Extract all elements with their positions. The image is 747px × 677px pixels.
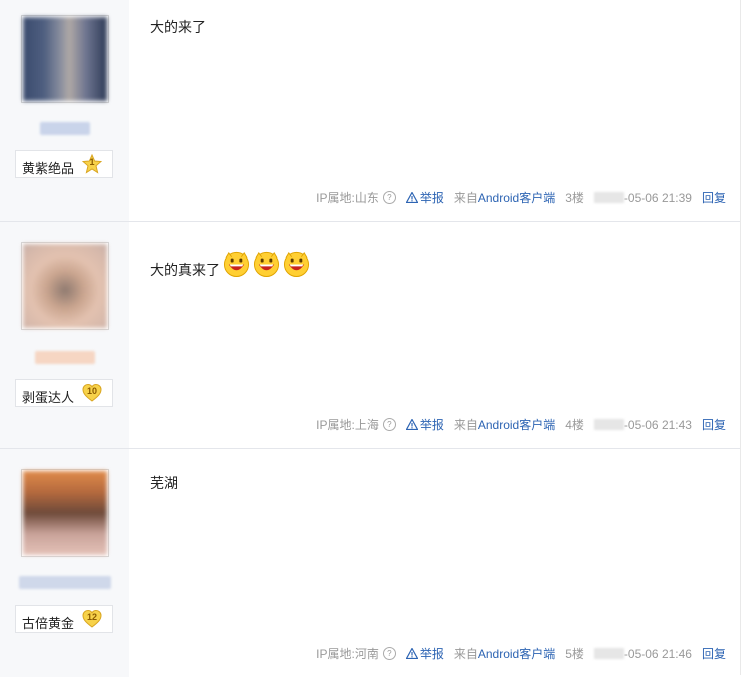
- badge-title: 黄紫绝品: [22, 161, 75, 176]
- report-label: 举报: [419, 647, 444, 661]
- author-sidebar: 古倍黄金 12: [0, 449, 129, 677]
- post-content: 大的真来了: [150, 246, 310, 280]
- username[interactable]: [0, 122, 129, 140]
- report-button[interactable]: 举报: [405, 645, 444, 662]
- post-floor-5: 古倍黄金 12 芜湖 IP属地:河南? 举报 来自Android客户端 5楼 -…: [0, 449, 740, 677]
- client-link[interactable]: Android客户端: [478, 191, 555, 205]
- post-tail: IP属地:上海? 举报 来自Android客户端 4楼 -05-06 21:43…: [316, 416, 726, 433]
- post-floor-4: 剥蛋达人 10 大的真来了 IP属地:上海? 举报 来自Android客户端 4…: [0, 222, 740, 449]
- from-prefix: 来自: [453, 418, 478, 432]
- client-link[interactable]: Android客户端: [478, 418, 555, 432]
- from-prefix: 来自: [453, 647, 478, 661]
- badge-title: 古倍黄金: [22, 616, 75, 631]
- avatar[interactable]: [21, 15, 109, 103]
- reply-button[interactable]: 回复: [702, 416, 726, 433]
- post-time: -05-06 21:39: [593, 190, 692, 205]
- reply-button[interactable]: 回复: [702, 189, 726, 206]
- client-source: 来自Android客户端: [454, 645, 555, 662]
- report-button[interactable]: 举报: [405, 416, 444, 433]
- member-badge[interactable]: 剥蛋达人 10: [15, 379, 113, 407]
- member-badge[interactable]: 古倍黄金 12: [15, 605, 113, 633]
- post-content: 大的来了: [150, 17, 206, 37]
- author-sidebar: 剥蛋达人 10: [0, 222, 129, 448]
- level-star-icon: 1: [81, 153, 103, 174]
- help-icon[interactable]: ?: [382, 647, 396, 660]
- level-heart-icon: 10: [82, 383, 102, 403]
- level-heart-icon: 12: [82, 609, 102, 629]
- ip-location: IP属地:山东?: [316, 189, 396, 206]
- avatar[interactable]: [21, 469, 109, 557]
- help-icon[interactable]: ?: [382, 191, 396, 204]
- client-source: 来自Android客户端: [454, 416, 555, 433]
- help-icon[interactable]: ?: [382, 418, 396, 431]
- post-time-text: -05-06 21:43: [623, 417, 692, 432]
- post-time: -05-06 21:43: [593, 417, 692, 432]
- report-button[interactable]: 举报: [405, 189, 444, 206]
- post-time-text: -05-06 21:46: [623, 646, 692, 661]
- username[interactable]: [0, 576, 129, 594]
- badge-title: 剥蛋达人: [22, 390, 75, 405]
- author-sidebar: 黄紫绝品 1: [0, 0, 129, 221]
- ip-text: IP属地:山东: [316, 191, 379, 205]
- post-text: 大的来了: [150, 19, 206, 35]
- post-floor-3: 黄紫绝品 1 大的来了 IP属地:山东? 举报 来自Android客户端 3楼 …: [0, 0, 740, 222]
- floor-number: 3楼: [565, 191, 584, 205]
- floor-number: 4楼: [565, 418, 584, 432]
- level-number: 10: [86, 386, 97, 396]
- post-text: 芜湖: [150, 475, 178, 491]
- username[interactable]: [0, 351, 129, 369]
- report-label: 举报: [419, 418, 444, 432]
- client-link[interactable]: Android客户端: [478, 647, 555, 661]
- ip-text: IP属地:上海: [316, 418, 379, 432]
- ip-text: IP属地:河南: [316, 647, 379, 661]
- floor-number: 5楼: [565, 647, 584, 661]
- post-text: 大的真来了: [150, 262, 220, 278]
- grin-face-icon: [253, 250, 280, 277]
- client-source: 来自Android客户端: [454, 189, 555, 206]
- post-tail: IP属地:河南? 举报 来自Android客户端 5楼 -05-06 21:46…: [316, 645, 726, 662]
- avatar[interactable]: [21, 242, 109, 330]
- ip-location: IP属地:上海?: [316, 416, 396, 433]
- level-number: 12: [86, 612, 97, 622]
- warning-icon: [405, 419, 418, 430]
- post-time-text: -05-06 21:39: [623, 190, 692, 205]
- grin-face-icon: [223, 250, 250, 277]
- member-badge[interactable]: 黄紫绝品 1: [15, 150, 113, 178]
- post-tail: IP属地:山东? 举报 来自Android客户端 3楼 -05-06 21:39…: [316, 189, 726, 206]
- level-number: 1: [89, 157, 95, 167]
- thread-post-list: 黄紫绝品 1 大的来了 IP属地:山东? 举报 来自Android客户端 3楼 …: [0, 0, 741, 677]
- grin-face-icon: [283, 250, 310, 277]
- warning-icon: [405, 648, 418, 659]
- warning-icon: [405, 192, 418, 203]
- post-content: 芜湖: [150, 473, 178, 493]
- post-time: -05-06 21:46: [593, 646, 692, 661]
- report-label: 举报: [419, 191, 444, 205]
- ip-location: IP属地:河南?: [316, 645, 396, 662]
- from-prefix: 来自: [453, 191, 478, 205]
- reply-button[interactable]: 回复: [702, 645, 726, 662]
